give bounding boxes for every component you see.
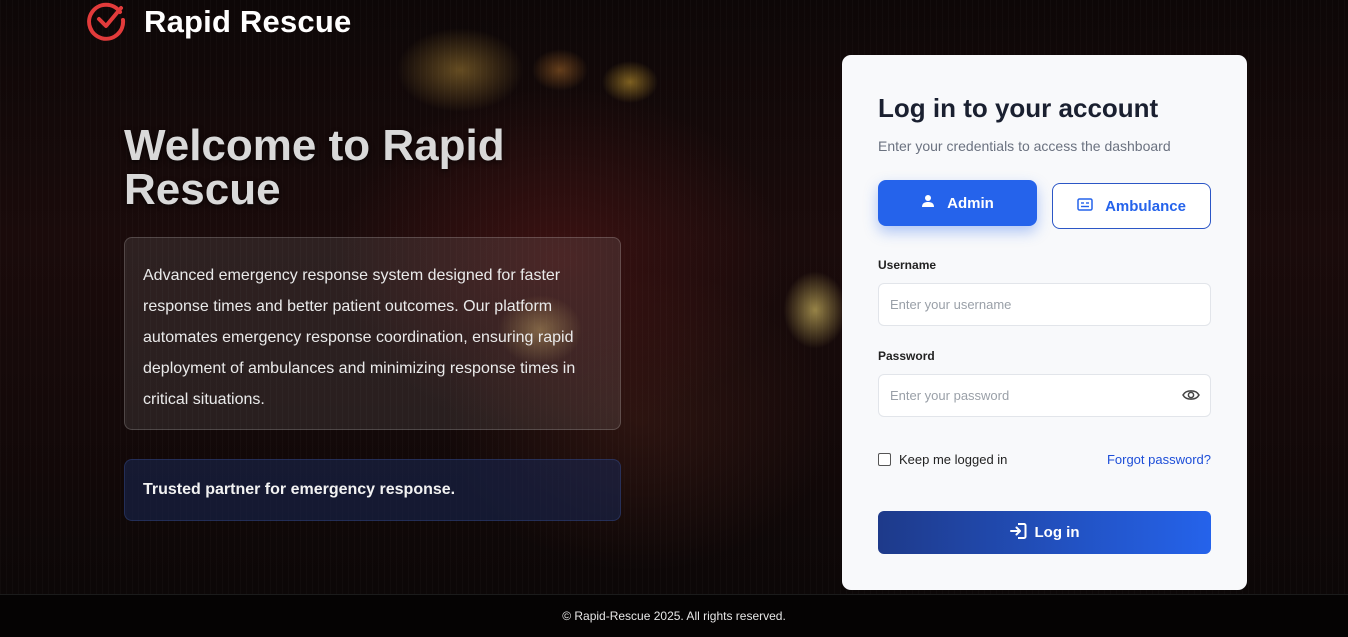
trust-text: Trusted partner for emergency response. <box>143 481 456 498</box>
description-card: Advanced emergency response system desig… <box>124 237 621 430</box>
role-ambulance-button[interactable]: Ambulance <box>1052 183 1211 229</box>
password-input[interactable] <box>878 374 1211 417</box>
user-icon <box>921 194 935 212</box>
login-icon <box>1009 522 1027 543</box>
remember-label: Keep me logged in <box>899 452 1008 467</box>
login-card: Log in to your account Enter your creden… <box>842 55 1247 590</box>
username-input[interactable] <box>878 283 1211 326</box>
login-button-label: Log in <box>1034 524 1080 541</box>
role-admin-button[interactable]: Admin <box>878 180 1037 226</box>
footer-text: © Rapid-Rescue 2025. All rights reserved… <box>562 609 786 623</box>
trust-card: Trusted partner for emergency response. <box>124 459 621 521</box>
login-title: Log in to your account <box>878 93 1159 123</box>
brand-header: Rapid Rescue <box>86 2 351 42</box>
forgot-password-link[interactable]: Forgot password? <box>1107 452 1211 467</box>
eye-icon[interactable] <box>1180 386 1202 404</box>
check-circle-icon <box>86 0 128 46</box>
remember-checkbox[interactable] <box>878 453 891 466</box>
role-admin-label: Admin <box>947 194 994 212</box>
id-card-icon <box>1077 197 1093 215</box>
password-label: Password <box>878 349 935 363</box>
remember-me[interactable]: Keep me logged in <box>878 452 1007 467</box>
welcome-heading: Welcome to Rapid Rescue <box>124 121 505 214</box>
username-label: Username <box>878 258 937 272</box>
login-button[interactable]: Log in <box>878 511 1211 554</box>
brand-name: Rapid Rescue <box>144 4 352 39</box>
login-subtitle: Enter your credentials to access the das… <box>878 138 1171 154</box>
role-ambulance-label: Ambulance <box>1105 197 1186 215</box>
footer: © Rapid-Rescue 2025. All rights reserved… <box>0 594 1348 637</box>
description-text: Advanced emergency response system desig… <box>143 267 576 408</box>
